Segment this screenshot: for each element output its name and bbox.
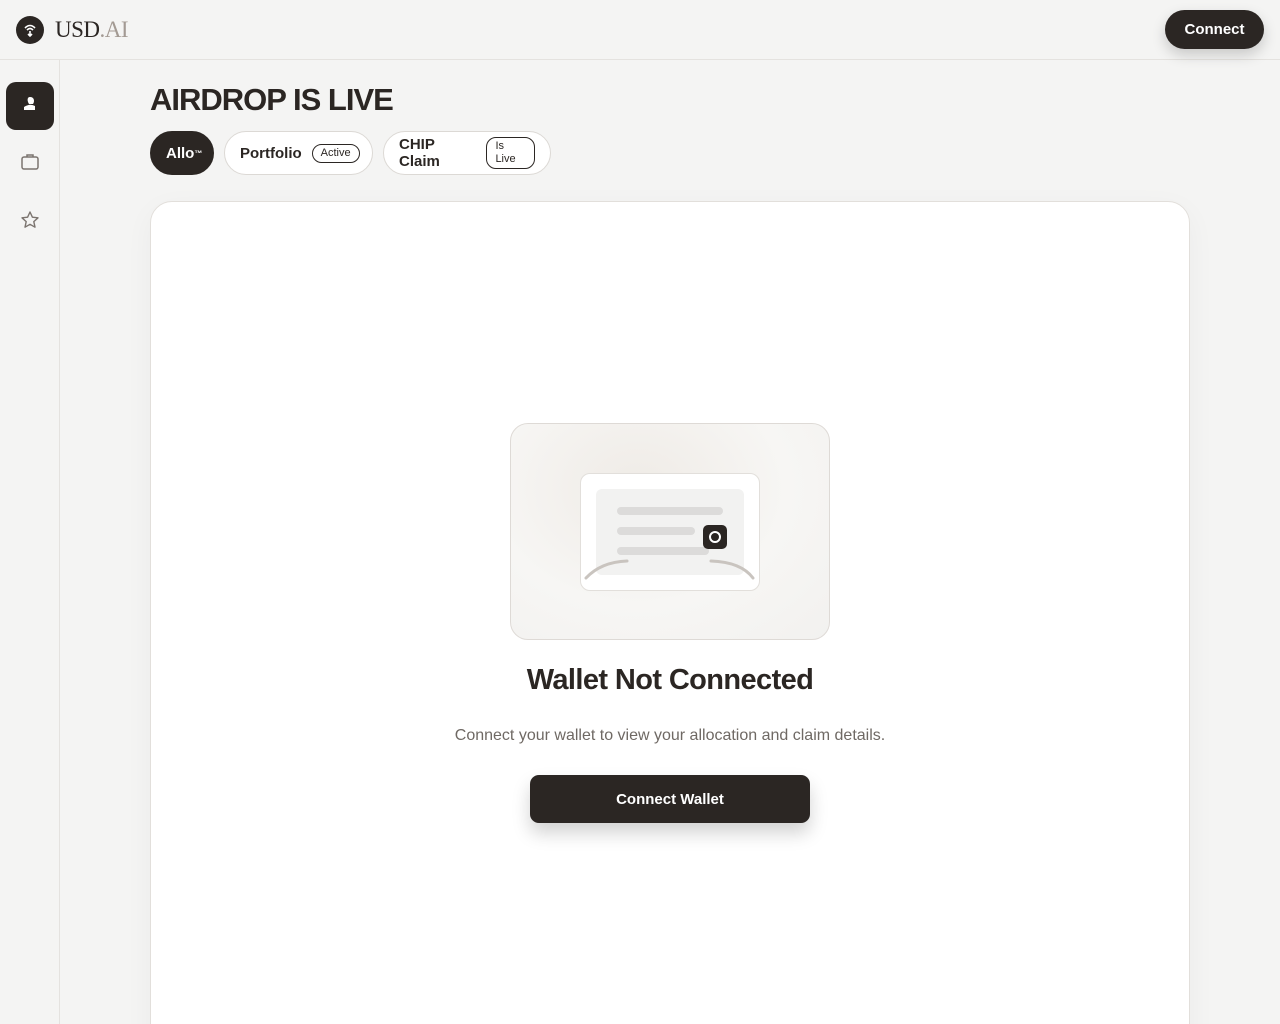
wallet-illustration bbox=[510, 423, 830, 640]
connect-wallet-button[interactable]: Connect Wallet bbox=[530, 775, 810, 823]
logo[interactable]: USD.AI bbox=[16, 16, 129, 44]
hands-graphic bbox=[584, 559, 755, 580]
logo-text: USD.AI bbox=[55, 17, 129, 42]
sidebar bbox=[0, 60, 60, 1024]
star-icon bbox=[20, 210, 40, 235]
top-bar: USD.AI Connect bbox=[0, 0, 1280, 60]
wallet-card-graphic bbox=[580, 473, 760, 591]
empty-state-title: Wallet Not Connected bbox=[526, 664, 814, 696]
tab-chip-claim[interactable]: CHIP Claim Is Live bbox=[383, 131, 551, 175]
status-badge: Is Live bbox=[486, 137, 535, 169]
sidebar-item-airdrop[interactable] bbox=[6, 82, 54, 130]
connect-button[interactable]: Connect bbox=[1165, 10, 1264, 49]
page-title: AIRDROP IS LIVE bbox=[150, 82, 394, 117]
tab-label: CHIP Claim bbox=[399, 136, 440, 170]
airdrop-icon bbox=[21, 95, 39, 118]
sidebar-item-portfolio[interactable] bbox=[6, 140, 54, 188]
tab-allo[interactable]: Allo ™ bbox=[150, 131, 214, 175]
trademark-symbol: ™ bbox=[194, 148, 203, 158]
empty-state-description: Connect your wallet to view your allocat… bbox=[454, 727, 886, 744]
tab-label: Portfolio bbox=[240, 144, 302, 162]
tab-label: Allo bbox=[166, 144, 195, 162]
briefcase-icon bbox=[20, 152, 40, 177]
status-badge: Active bbox=[311, 143, 360, 163]
tab-portfolio[interactable]: Portfolio Active bbox=[224, 131, 373, 175]
sidebar-item-favorites[interactable] bbox=[6, 198, 54, 246]
logo-icon bbox=[16, 16, 44, 44]
